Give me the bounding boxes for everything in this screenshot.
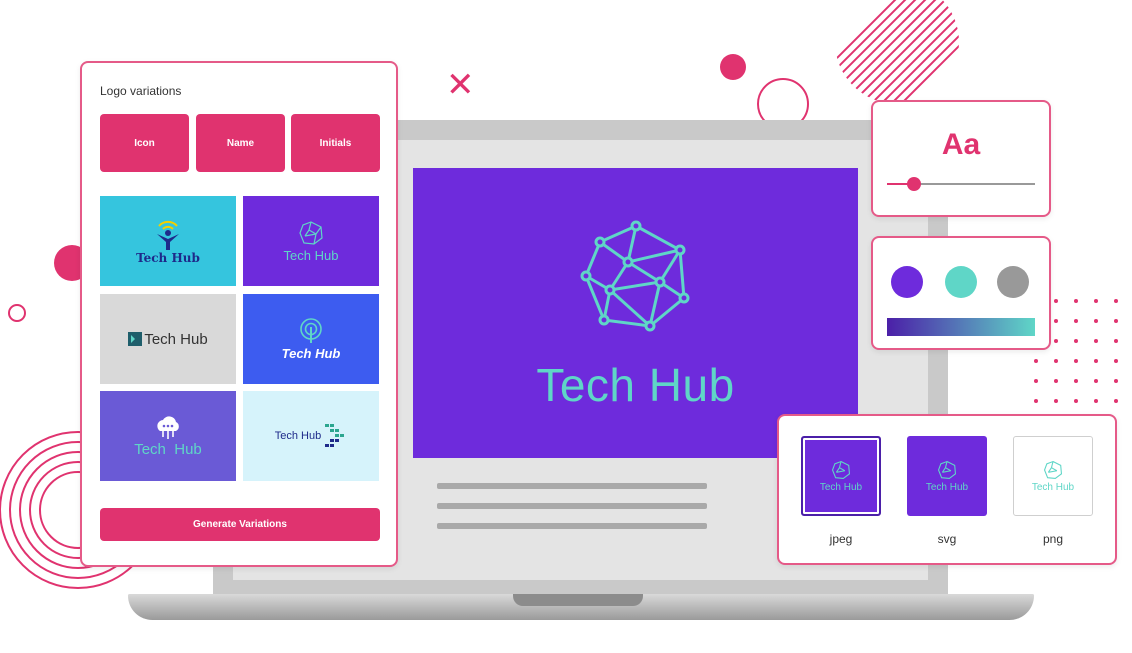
tile-brand-name: Tech Hub — [283, 247, 339, 263]
logo-tile[interactable]: Tech Hub — [243, 391, 379, 481]
logo-tile[interactable]: Tech Hub — [100, 196, 236, 286]
icon-tab-button[interactable]: Icon — [100, 114, 189, 172]
dot-decoration — [720, 54, 746, 80]
hatched-circle-decoration — [835, 0, 959, 104]
network-polyhedron-icon — [1043, 460, 1063, 479]
network-polyhedron-icon — [299, 220, 323, 245]
format-logo-text: Tech Hub — [1031, 481, 1075, 493]
tile-brand-name: Tech Hub — [281, 345, 341, 361]
color-swatch-gray[interactable] — [997, 266, 1029, 298]
tile-brand-name: Tech Hub — [274, 430, 322, 442]
laptop-notch — [513, 594, 643, 606]
hero-brand-name: Tech Hub — [536, 359, 735, 411]
square-mark-icon — [128, 332, 143, 346]
font-size-slider[interactable] — [887, 177, 1035, 191]
slider-knob[interactable] — [906, 177, 921, 191]
color-swatch-teal[interactable] — [945, 266, 977, 298]
signal-pin-icon — [300, 317, 322, 343]
format-logo-text: Tech Hub — [925, 481, 969, 493]
network-polyhedron-icon — [831, 460, 851, 479]
text-placeholder-lines — [437, 483, 707, 543]
typography-card: Aa — [871, 100, 1051, 217]
placeholder-line — [437, 503, 707, 509]
export-formats-card: Tech Hub jpeg Tech Hub svg Tech Hub png — [777, 414, 1117, 565]
color-gradient-bar[interactable] — [887, 318, 1035, 336]
pixel-arrow-icon — [325, 424, 345, 447]
png-format-option[interactable]: Tech Hub — [1013, 436, 1093, 516]
color-swatch-purple[interactable] — [891, 266, 923, 298]
name-tab-button[interactable]: Name — [196, 114, 285, 172]
logo-tile[interactable]: Tech Hub — [100, 294, 236, 384]
jpeg-label: jpeg — [829, 532, 853, 546]
close-x-decoration: ✕ — [446, 65, 475, 105]
tile-brand-name: Tech Hub — [134, 440, 202, 458]
logo-tile[interactable]: Tech Hub — [100, 391, 236, 481]
logo-tile[interactable]: Tech Hub — [243, 294, 379, 384]
font-sample: Aa — [941, 128, 981, 161]
generate-variations-button[interactable]: Generate Variations — [100, 508, 380, 541]
network-polyhedron-icon — [937, 460, 957, 479]
logo-variations-panel: Logo variations Icon Name Initials Tech … — [80, 61, 398, 567]
logo-tile[interactable]: Tech Hub — [243, 196, 379, 286]
network-polyhedron-icon — [580, 220, 690, 332]
tile-brand-name: Tech Hub — [144, 330, 208, 348]
tile-brand-name: Tech Hub — [136, 251, 200, 265]
svg-label: svg — [937, 532, 957, 546]
person-wifi-icon — [157, 220, 179, 250]
placeholder-line — [437, 483, 707, 489]
png-label: png — [1042, 532, 1064, 546]
placeholder-line — [437, 523, 707, 529]
svg-format-option[interactable]: Tech Hub — [907, 436, 987, 516]
initials-tab-button[interactable]: Initials — [291, 114, 380, 172]
jpeg-format-option[interactable]: Tech Hub — [801, 436, 881, 516]
format-logo-text: Tech Hub — [819, 481, 863, 493]
color-palette-card — [871, 236, 1051, 350]
cloud-circuit-icon — [157, 415, 179, 439]
small-ring-decoration — [8, 304, 26, 322]
panel-title: Logo variations — [100, 84, 182, 98]
